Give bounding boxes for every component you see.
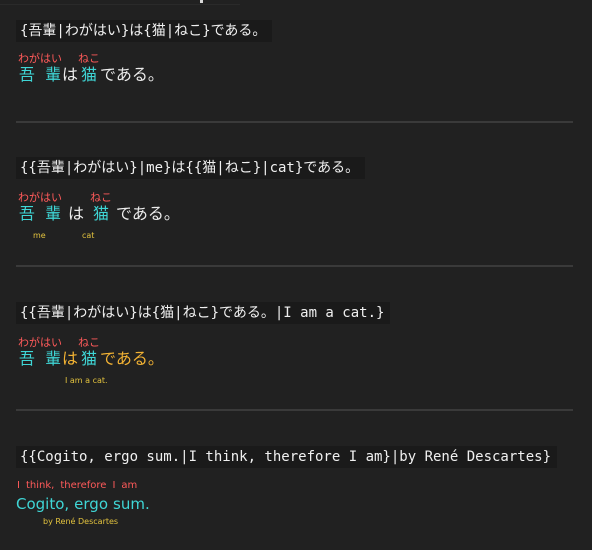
gloss-word: I [17, 480, 20, 491]
gloss-word: am [121, 480, 138, 491]
base-kanji-2: 輩 [45, 349, 62, 368]
furigana-wagahai: わがはい [18, 336, 62, 349]
base-kanji-pair: 吾 輩 [19, 204, 61, 224]
example-4-code: {{Cogito, ergo sum.|I think, therefore I… [16, 446, 558, 468]
base-ending: である。 [100, 349, 164, 368]
base-particle: は [62, 349, 79, 368]
base-word: Cogito, [16, 495, 70, 513]
base-kanji-pair: 吾 輩 [19, 349, 61, 369]
attribution: by René Descartes [43, 517, 119, 526]
base-kanji-1: 吾 [18, 65, 35, 84]
base-kanji-1: 吾 [18, 204, 35, 223]
example-3-code: {{吾輩|わがはい}は{猫|ねこ}である。|I am a cat.} [16, 302, 391, 324]
furigana-neko: ねこ [90, 191, 113, 204]
example-2: {{吾輩|わがはい}|me}は{{猫|ねこ}|cat}である。 わがはい 吾 輩… [16, 157, 573, 247]
divider-3 [16, 409, 573, 411]
base-particle: は [62, 65, 79, 84]
gloss-word: think, [25, 480, 55, 491]
gloss-word: I [112, 480, 116, 491]
base-word: sum. [113, 495, 150, 513]
divider-2 [16, 265, 573, 267]
latin-sentence: Cogito, ergo sum. [16, 494, 150, 514]
gloss-word: therefore [60, 480, 107, 491]
furigana-wagahai: わがはい [18, 191, 62, 204]
example-4-ruby-line: I think, therefore I am Cogito, ergo sum… [16, 479, 150, 514]
base-kanji-2: 輩 [45, 65, 62, 84]
base-kanji-neko: 猫 [81, 65, 98, 84]
base-word: ergo [74, 495, 109, 513]
base-kanji-pair: 吾 輩 [19, 65, 61, 85]
base-ending: である。 [116, 204, 180, 223]
base-particle: は [68, 204, 85, 223]
example-1: {吾輩|わがはい}は{猫|ねこ}である。 わがはい 吾 輩 は ねこ 猫 である… [16, 18, 573, 98]
base-kanji-2: 輩 [45, 204, 62, 223]
base-kanji-neko: 猫 [93, 204, 110, 223]
gloss-row: I think, therefore I am [16, 479, 150, 492]
example-4: {{Cogito, ergo sum.|I think, therefore I… [16, 446, 573, 536]
translation-me: me [33, 231, 46, 240]
ruby-seg-neko: ねこ 猫 [90, 191, 112, 224]
example-3: {{吾輩|わがはい}は{猫|ねこ}である。|I am a cat.} わがはい … [16, 302, 573, 392]
ruby-seg-wagahai: わがはい 吾 輩 [18, 336, 62, 369]
example-2-ruby-line: わがはい 吾 輩 は ねこ 猫 である。 [16, 191, 180, 224]
example-2-code: {{吾輩|わがはい}|me}は{{猫|ねこ}|cat}である。 [16, 157, 366, 179]
base-kanji-1: 吾 [18, 349, 35, 368]
ruby-seg-neko: ねこ 猫 [78, 336, 100, 369]
top-edge-line [0, 0, 240, 5]
top-edge-marker [200, 0, 203, 3]
base-ending: である。 [100, 65, 164, 84]
base-kanji-neko: 猫 [81, 349, 98, 368]
furigana-wagahai: わがはい [18, 52, 62, 65]
translation-cat: cat [82, 231, 95, 240]
ruby-seg-neko: ねこ 猫 [78, 52, 100, 85]
furigana-neko: ねこ [78, 336, 101, 349]
ruby-seg-wagahai: わがはい 吾 輩 [18, 191, 62, 224]
ruby-seg-wagahai: わがはい 吾 輩 [18, 52, 62, 85]
translation-sentence: I am a cat. [65, 376, 108, 385]
example-1-ruby-line: わがはい 吾 輩 は ねこ 猫 である。 [16, 52, 164, 85]
furigana-neko: ねこ [78, 52, 101, 65]
example-3-ruby-line: わがはい 吾 輩 は ねこ 猫 である。 [16, 336, 164, 369]
divider-1 [16, 121, 573, 123]
example-1-code: {吾輩|わがはい}は{猫|ねこ}である。 [16, 20, 273, 42]
